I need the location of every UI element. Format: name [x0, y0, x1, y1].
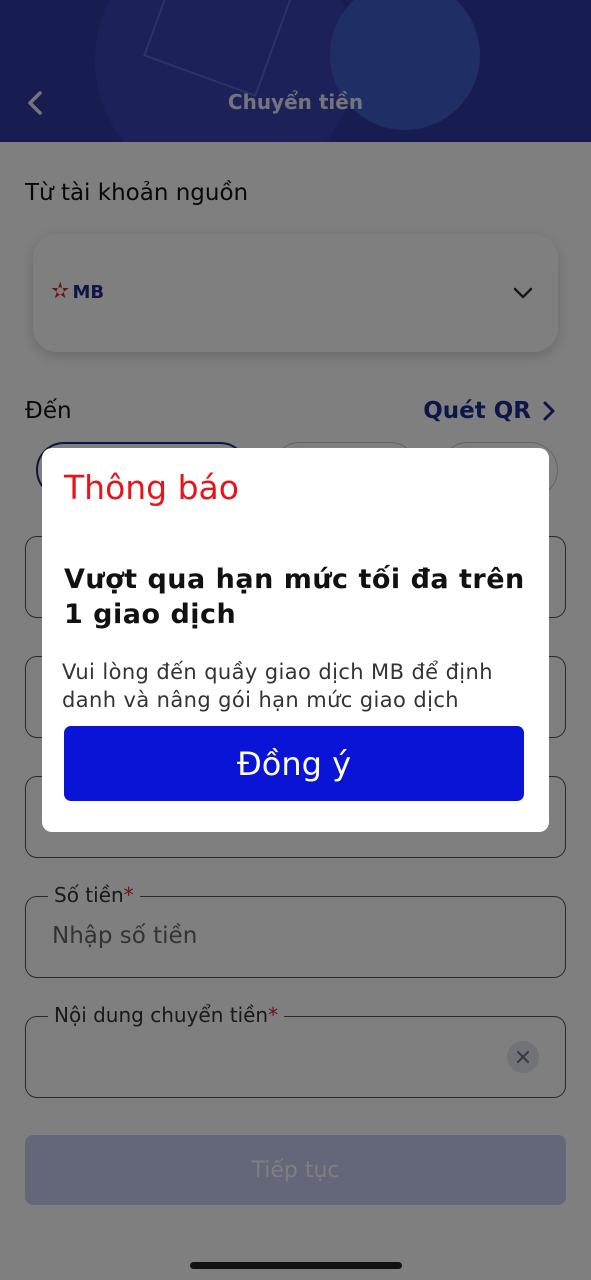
dialog-heading: Vượt qua hạn mức tối đa trên 1 giao dịch — [64, 564, 525, 630]
dialog-message: Vui lòng đến quầy giao dịch MB để định d… — [62, 660, 493, 712]
dialog-title: Thông báo — [64, 468, 239, 507]
notification-dialog: Thông báo Vượt qua hạn mức tối đa trên 1… — [42, 448, 549, 832]
confirm-button[interactable]: Đồng ý — [64, 726, 524, 801]
home-indicator[interactable] — [190, 1262, 402, 1269]
